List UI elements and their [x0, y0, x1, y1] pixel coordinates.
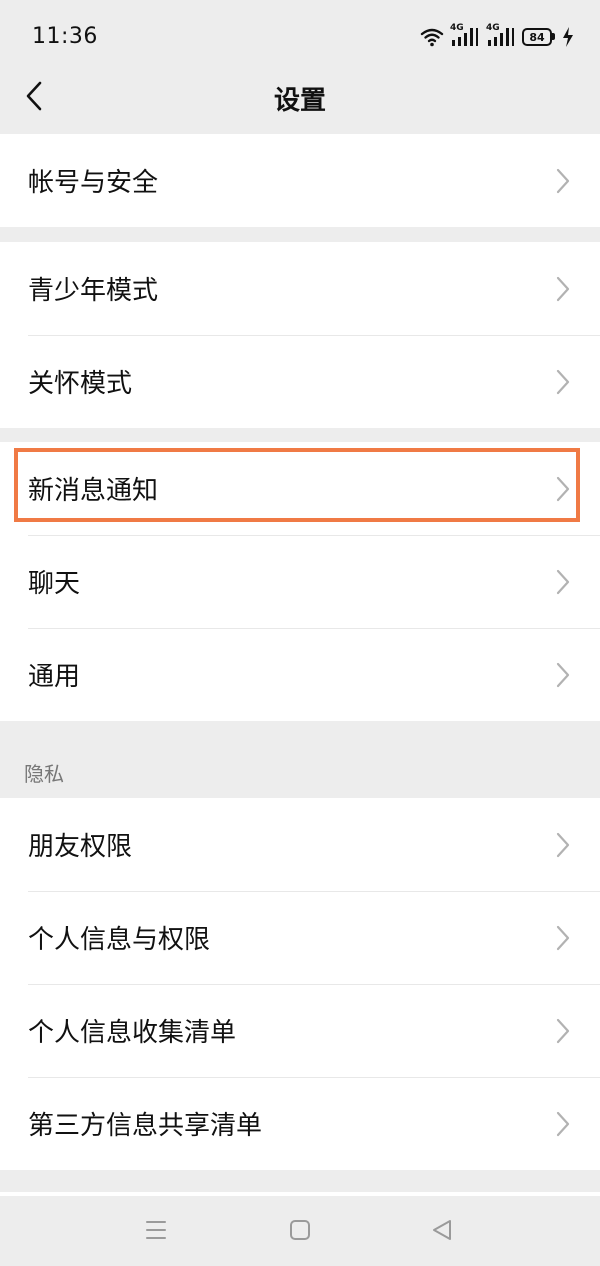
- settings-item-label: 通用: [28, 662, 81, 692]
- settings-item-personal-info-collection[interactable]: 个人信息收集清单: [0, 984, 600, 1077]
- status-icons: 4G 4G 84: [420, 23, 574, 50]
- chevron-right-icon: [556, 476, 570, 501]
- battery-icon: 84: [522, 28, 555, 46]
- settings-item-friend-permissions[interactable]: 朋友权限: [0, 798, 600, 891]
- home-square-icon: [290, 1220, 310, 1240]
- chevron-right-icon: [556, 369, 570, 394]
- menu-icon: [146, 1221, 166, 1239]
- battery-level: 84: [529, 30, 545, 44]
- settings-group-modes: 青少年模式 关怀模式: [0, 242, 600, 428]
- settings-item-teen-mode[interactable]: 青少年模式: [0, 242, 600, 335]
- settings-item-chat[interactable]: 聊天: [0, 535, 600, 628]
- settings-item-label: 个人信息收集清单: [28, 1018, 237, 1048]
- chevron-right-icon: [556, 662, 570, 687]
- settings-item-label: 个人信息与权限: [28, 925, 211, 955]
- chevron-right-icon: [556, 276, 570, 301]
- status-bar: 11:36 4G 4G 84: [0, 0, 600, 74]
- wifi-icon: [420, 28, 444, 47]
- section-header-privacy: 隐私: [24, 762, 64, 786]
- settings-item-general[interactable]: 通用: [0, 628, 600, 721]
- back-nav-button[interactable]: [426, 1214, 458, 1246]
- settings-item-label: 帐号与安全: [28, 168, 159, 198]
- settings-item-label: 聊天: [28, 569, 81, 599]
- page-title: 设置: [273, 86, 326, 116]
- settings-item-label: 新消息通知: [28, 476, 159, 506]
- chevron-right-icon: [556, 168, 570, 193]
- settings-item-label: 朋友权限: [28, 832, 133, 862]
- settings-item-label: 第三方信息共享清单: [28, 1111, 263, 1141]
- settings-group-account: 帐号与安全: [0, 134, 600, 227]
- settings-item-new-message-notification[interactable]: 新消息通知: [0, 442, 600, 535]
- clock-time: 11:36: [32, 24, 98, 49]
- chevron-right-icon: [556, 569, 570, 594]
- chevron-right-icon: [556, 1018, 570, 1043]
- settings-group-general: 新消息通知 聊天 通用: [0, 442, 600, 721]
- charging-icon: [563, 27, 573, 47]
- settings-item-label: 关怀模式: [28, 369, 133, 399]
- chevron-right-icon: [556, 832, 570, 857]
- recents-button[interactable]: [140, 1214, 172, 1246]
- signal-4g-icon: 4G: [450, 23, 480, 49]
- signal-4g-icon: 4G: [486, 23, 516, 49]
- settings-item-account-security[interactable]: 帐号与安全: [0, 134, 600, 227]
- settings-group-privacy: 朋友权限 个人信息与权限 个人信息收集清单 第三方信息共享清单: [0, 798, 600, 1170]
- settings-item-label: 青少年模式: [28, 276, 159, 306]
- chevron-right-icon: [556, 1111, 570, 1136]
- system-nav-bar: [0, 1196, 600, 1266]
- title-bar: 设置: [0, 74, 600, 134]
- settings-item-third-party-sharing[interactable]: 第三方信息共享清单: [0, 1077, 600, 1170]
- settings-item-care-mode[interactable]: 关怀模式: [0, 335, 600, 428]
- home-button[interactable]: [284, 1214, 316, 1246]
- back-triangle-icon: [433, 1220, 451, 1240]
- settings-item-personal-info-permissions[interactable]: 个人信息与权限: [0, 891, 600, 984]
- chevron-right-icon: [556, 925, 570, 950]
